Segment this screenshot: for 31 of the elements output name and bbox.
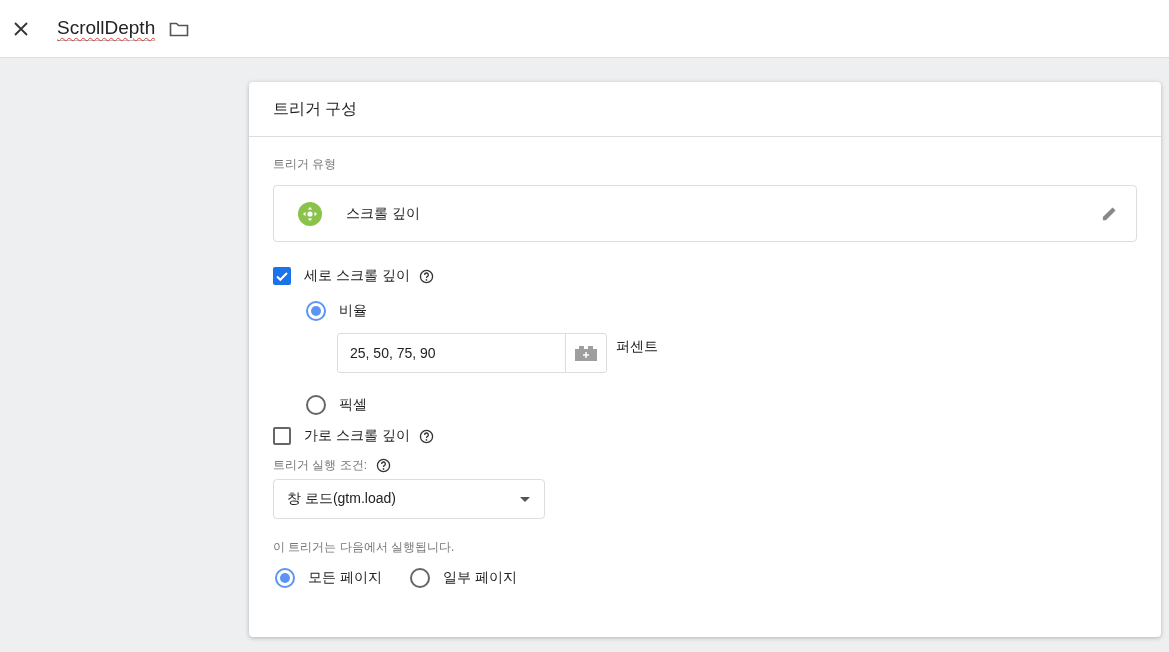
card-title: 트리거 구성 [249,82,1161,137]
help-icon[interactable] [376,458,391,473]
help-icon[interactable] [418,268,434,284]
trigger-type-name: 스크롤 깊이 [346,204,421,223]
scope-label: 이 트리거는 다음에서 실행됩니다. [273,539,456,556]
radio-button[interactable] [306,395,326,415]
radio-label: 일부 페이지 [442,569,517,587]
trigger-type-card[interactable]: 스크롤 깊이 [273,185,1137,242]
checkbox-label: 가로 스크롤 깊이 [304,427,410,445]
close-icon[interactable] [14,21,28,36]
scroll-arrows-icon [298,201,322,226]
help-icon[interactable] [418,428,434,444]
checkbox-label: 세로 스크롤 깊이 [304,267,410,285]
unit-label: 퍼센트 [616,338,658,356]
radio-label: 모든 페이지 [308,569,382,587]
percent-input[interactable]: 25, 50, 75, 90 [337,333,607,373]
pencil-icon[interactable] [1100,204,1119,223]
section-label: 트리거 유형 [273,156,338,173]
radio-label: 비율 [339,302,367,320]
radio-label: 픽셀 [339,396,367,414]
radio-button[interactable] [275,568,295,588]
radio-button[interactable] [409,568,430,588]
tag-name-field[interactable]: ScrollDepth [57,16,156,41]
fire-on-dropdown[interactable]: 창 로드(gtm.load) [273,479,545,519]
checkbox[interactable] [273,267,291,285]
fire-on-label: 트리거 실행 조건: [273,457,367,474]
checkbox[interactable] [273,427,291,445]
brick-plus-icon [574,345,598,361]
dropdown-caret-icon [520,496,530,502]
folder-icon[interactable] [169,20,190,37]
radio-button[interactable] [306,301,326,321]
